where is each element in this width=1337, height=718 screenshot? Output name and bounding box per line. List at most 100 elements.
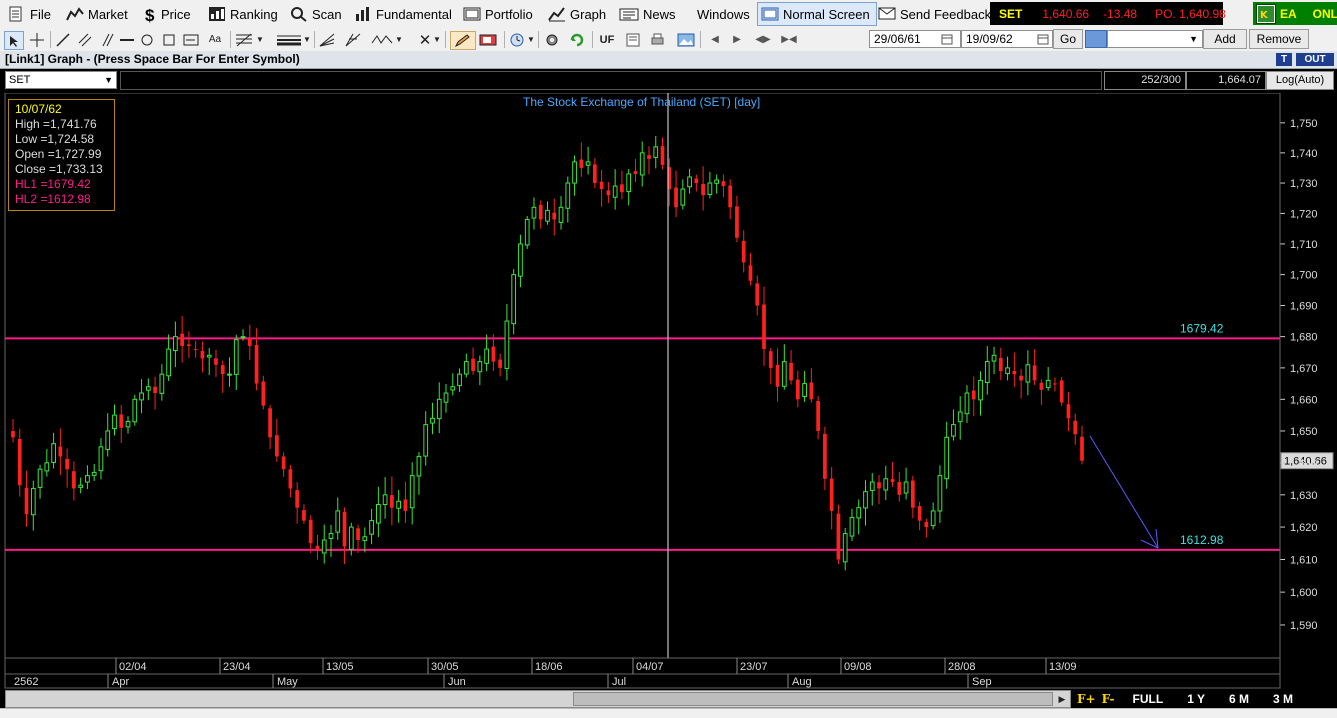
candle-body-up xyxy=(524,218,530,246)
menu-portfolio[interactable]: Portfolio xyxy=(463,3,533,25)
zoom-out-button[interactable]: F- xyxy=(1102,692,1115,706)
settings-tool-icon[interactable] xyxy=(543,31,561,48)
scrollbar-thumb[interactable] xyxy=(573,692,1053,706)
channel-tool-icon[interactable] xyxy=(76,31,94,48)
pencil-tool-icon[interactable] xyxy=(450,31,476,50)
pointer-tool-icon[interactable] xyxy=(4,31,24,50)
indicator-select[interactable]: ▼ xyxy=(1107,30,1203,48)
fibonacci-dropdown-icon[interactable]: ▼ xyxy=(255,31,265,48)
y-tick-label: 1,670 xyxy=(1290,363,1318,375)
dropdown-arrow-icon: ▼ xyxy=(1189,34,1198,44)
news-icon xyxy=(619,6,639,22)
candle-body-up xyxy=(863,491,868,509)
period-1y-button[interactable]: 1 Y xyxy=(1187,692,1205,706)
support-resistance-lines: 1679.42 1612.98 xyxy=(5,321,1280,551)
feedback-icon xyxy=(878,6,896,22)
go-button[interactable]: Go xyxy=(1053,29,1083,49)
y-tick-label: 1,620 xyxy=(1290,522,1318,534)
clock-tool-icon[interactable] xyxy=(508,31,526,48)
y-tick-label: 1,640 xyxy=(1290,458,1318,470)
month-label: 2562 xyxy=(14,676,38,688)
candle-body-down xyxy=(356,528,360,541)
add-button[interactable]: Add xyxy=(1203,29,1247,49)
candle-body-up xyxy=(951,424,956,437)
menu-graph[interactable]: Graph xyxy=(548,3,606,25)
y-tick-label: 1,600 xyxy=(1290,587,1318,599)
candle-body-down xyxy=(24,487,29,515)
speed-line-tool-icon[interactable] xyxy=(318,31,336,48)
t-button[interactable]: T xyxy=(1276,53,1292,66)
menu-fundamental[interactable]: Fundamental xyxy=(354,3,452,25)
expand-icon[interactable]: ◀▶ xyxy=(752,31,774,48)
menu-market[interactable]: Market xyxy=(66,3,128,25)
zoom-in-button[interactable]: F+ xyxy=(1077,692,1096,706)
out-button[interactable]: OUT xyxy=(1296,53,1334,66)
candle-body-down xyxy=(119,414,124,428)
print-tool-icon[interactable] xyxy=(648,31,666,48)
period-3m-button[interactable]: 3 M xyxy=(1273,692,1293,706)
ranking-icon xyxy=(208,6,226,22)
info-close: Close =1,733.13 xyxy=(15,162,103,176)
refresh-tool-icon[interactable] xyxy=(568,31,586,48)
scroll-right-arrow-icon[interactable]: ▶ xyxy=(1056,692,1068,706)
remove-button[interactable]: Remove xyxy=(1249,29,1309,49)
candle-body-up xyxy=(436,398,442,420)
svg-text:K: K xyxy=(1260,10,1269,21)
line-width-dropdown-icon[interactable]: ▼ xyxy=(302,31,312,48)
period-6m-button[interactable]: 6 M xyxy=(1229,692,1249,706)
line-width-tool-icon[interactable] xyxy=(276,31,302,48)
chart-scrollbar[interactable]: ▶ xyxy=(5,690,1071,708)
eraser-tool-icon[interactable] xyxy=(476,31,500,48)
price-label-tool-icon[interactable] xyxy=(182,31,200,48)
period-full-button[interactable]: FULL xyxy=(1133,692,1164,706)
price-chart[interactable]: 1679.42 1612.98 1,640.66 1,590 1,600 1,610 1… xyxy=(0,93,1337,717)
uf-button[interactable]: UF xyxy=(598,31,616,48)
y-tick-label: 1,590 xyxy=(1290,620,1318,632)
fibonacci-tool-icon[interactable] xyxy=(235,31,253,48)
candle-body-down xyxy=(193,348,198,350)
menu-price[interactable]: $ Price xyxy=(145,3,191,25)
compress-icon[interactable]: ▶◀ xyxy=(778,31,800,48)
crosshair-tool-icon[interactable] xyxy=(28,31,46,48)
export-tool-icon[interactable] xyxy=(624,31,642,48)
candle-body-up xyxy=(328,533,334,539)
horizontal-line-tool-icon[interactable] xyxy=(118,31,136,48)
candle-body-up xyxy=(707,182,713,195)
ticker-price: 1,640.66 xyxy=(1042,6,1090,21)
candle-body-down xyxy=(254,344,259,384)
color-swatch[interactable] xyxy=(1085,30,1107,48)
clock-dropdown-icon[interactable]: ▼ xyxy=(526,31,536,48)
gann-fan-tool-icon[interactable] xyxy=(344,31,362,48)
image-tool-icon[interactable] xyxy=(676,31,696,48)
candle-body-up xyxy=(233,339,239,375)
menu-send-feedback[interactable]: Send Feedback xyxy=(878,3,991,25)
menu-normal-screen[interactable]: Normal Screen xyxy=(757,2,877,26)
trendline-tool-icon[interactable] xyxy=(54,31,72,48)
calendar-icon[interactable] xyxy=(941,33,953,45)
index-ticker: SET 1,640.66 -13.48 PO. 1,640.98 xyxy=(990,2,1226,25)
rectangle-tool-icon[interactable] xyxy=(160,31,178,48)
menu-news[interactable]: News xyxy=(619,3,676,25)
candle-body-down xyxy=(342,511,347,547)
delete-dropdown-icon[interactable]: ▼ xyxy=(432,31,442,48)
menu-file[interactable]: File xyxy=(8,3,51,25)
scale-mode-button[interactable]: Log(Auto) xyxy=(1266,71,1334,90)
candle-body-up xyxy=(85,475,90,483)
menu-scan[interactable]: Scan xyxy=(290,3,342,25)
circle-tool-icon[interactable] xyxy=(138,31,156,48)
candle-body-down xyxy=(971,390,976,400)
calendar-icon[interactable] xyxy=(1037,33,1049,45)
menu-windows[interactable]: Windows xyxy=(697,3,750,25)
text-tool-icon[interactable]: Aa xyxy=(206,31,224,48)
zigzag-dropdown-icon[interactable]: ▼ xyxy=(394,31,404,48)
symbol-select[interactable]: SET ▼ xyxy=(5,71,117,89)
scroll-left-icon[interactable]: ◀ xyxy=(706,31,724,48)
zigzag-tool-icon[interactable] xyxy=(370,31,394,48)
candle-body-down xyxy=(1080,436,1084,461)
scan-icon xyxy=(290,6,308,22)
candle-body-up xyxy=(518,243,523,277)
menu-ranking[interactable]: Ranking xyxy=(208,3,278,25)
chart-canvas[interactable]: 1679.421612.98 1,640.66 1,5901,6001,6101… xyxy=(0,93,1337,690)
scroll-right-icon[interactable]: ▶ xyxy=(728,31,746,48)
parallel-tool-icon[interactable] xyxy=(98,31,116,48)
